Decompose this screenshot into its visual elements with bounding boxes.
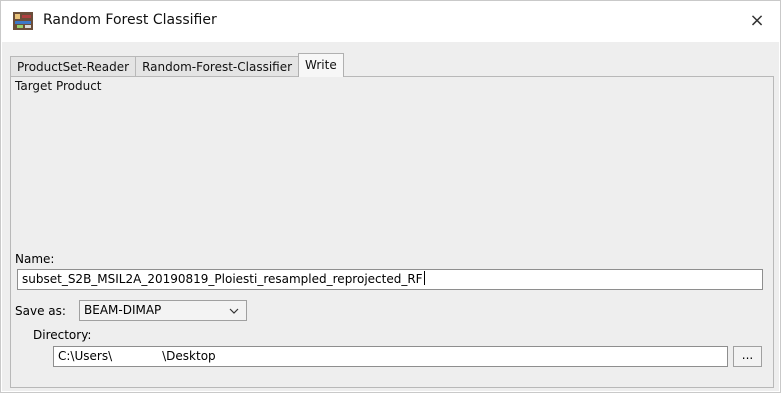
name-input[interactable]: subset_S2B_MSIL2A_20190819_Ploiesti_resa… (17, 269, 763, 290)
graph-builder-icon (13, 12, 33, 30)
tab-productset-reader[interactable]: ProductSet-Reader (10, 56, 137, 77)
browse-directory-button[interactable]: ... (733, 346, 762, 367)
directory-prefix: C:\Users\ (58, 349, 113, 363)
dialog-window: Random Forest Classifier × ProductSet-Re… (0, 0, 781, 393)
save-as-format-value: BEAM-DIMAP (84, 303, 162, 317)
directory-suffix: \Desktop (162, 349, 216, 363)
save-as-format-select[interactable]: BEAM-DIMAP (79, 300, 247, 321)
save-as-label: Save as: (15, 304, 66, 318)
name-label: Name: (15, 252, 55, 266)
target-product-group-title: Target Product (15, 79, 102, 93)
tab-write[interactable]: Write (298, 53, 344, 77)
window-title: Random Forest Classifier (43, 12, 217, 28)
tab-bar: ProductSet-Reader Random-Forest-Classifi… (10, 53, 344, 77)
close-icon: × (749, 10, 765, 31)
name-input-value: subset_S2B_MSIL2A_20190819_Ploiesti_resa… (22, 272, 423, 286)
chevron-down-icon (229, 308, 239, 314)
title-bar: Random Forest Classifier × (1, 1, 780, 41)
directory-label: Directory: (33, 328, 92, 342)
write-panel: Target Product Name: subset_S2B_MSIL2A_2… (10, 76, 774, 388)
dialog-content: ProductSet-Reader Random-Forest-Classifi… (2, 42, 779, 391)
directory-input[interactable]: C:\Users\ \Desktop (53, 346, 728, 367)
text-caret (423, 271, 425, 285)
close-button[interactable]: × (734, 1, 780, 41)
tab-random-forest-classifier[interactable]: Random-Forest-Classifier (135, 56, 300, 77)
